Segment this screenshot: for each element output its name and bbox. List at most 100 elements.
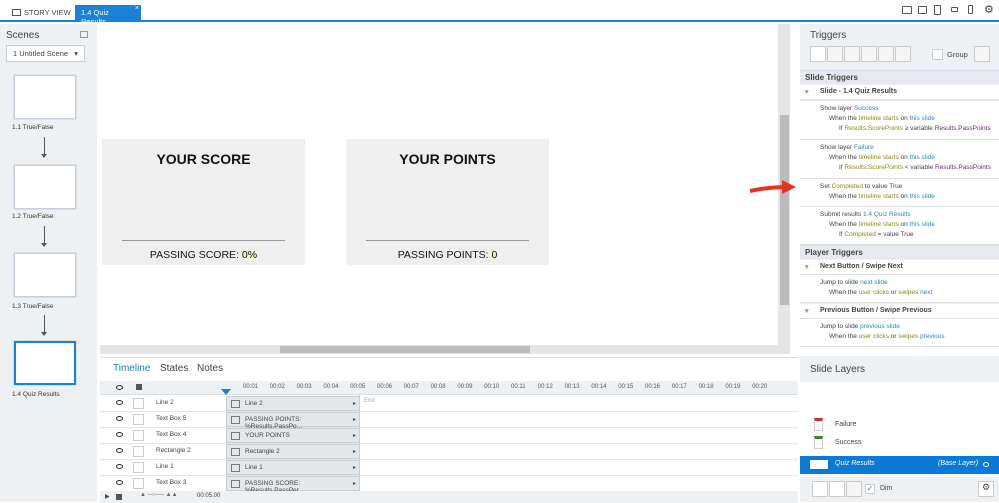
- points-box[interactable]: YOUR POINTS PASSING POINTS: 0: [346, 139, 549, 265]
- timeline-bar[interactable]: Rectangle 2: [226, 444, 360, 459]
- timeline-bar[interactable]: Line 2: [226, 396, 360, 411]
- trigger-text: next slide: [860, 279, 888, 286]
- play-icon[interactable]: ▶: [105, 493, 110, 500]
- player-triggers-header[interactable]: Player Triggers: [800, 245, 999, 259]
- close-tab-icon[interactable]: ×: [135, 5, 139, 12]
- lock-checkbox[interactable]: [133, 462, 144, 473]
- trigger-text: Submit results: [820, 211, 863, 218]
- slide-trigger-group[interactable]: Slide - 1.4 Quiz Results: [800, 85, 999, 100]
- timeline-row[interactable]: Rectangle 2 Rectangle 2: [100, 443, 798, 460]
- trigger-jump-next[interactable]: Jump to slide next slide When the user c…: [800, 275, 999, 303]
- scene-dropdown[interactable]: 1 Untitled Scene ▾: [6, 45, 85, 62]
- edit-trigger-button[interactable]: [827, 46, 843, 62]
- timeline-row[interactable]: Text Box 5 PASSING POINTS: %Results.PassP…: [100, 411, 798, 430]
- timeline-tick: 00:06: [377, 384, 393, 390]
- lock-checkbox[interactable]: [133, 446, 144, 457]
- previous-trigger-group[interactable]: Previous Button / Swipe Previous: [800, 304, 999, 319]
- layer-success[interactable]: Success: [800, 436, 999, 454]
- trigger-show-success[interactable]: Show layer Success When the timeline sta…: [800, 101, 999, 140]
- phone-portrait-icon[interactable]: [968, 5, 973, 14]
- delete-trigger-button[interactable]: [878, 46, 894, 62]
- trigger-text: Results.PassPoints: [934, 164, 991, 171]
- layer-base[interactable]: Quiz Results (Base Layer): [800, 456, 999, 474]
- eye-icon[interactable]: [116, 448, 123, 453]
- slide-thumbnail[interactable]: [14, 75, 76, 119]
- timeline-header: 00:01 00:02 00:03 00:04 00:05 00:06 00:07 00:08…: [100, 381, 798, 395]
- copy-trigger-button[interactable]: [844, 46, 860, 62]
- trigger-text: timeline starts: [858, 221, 899, 228]
- gear-icon[interactable]: ⚙: [984, 3, 994, 16]
- object-name: Text Box 5: [156, 415, 187, 422]
- dim-checkbox[interactable]: ✓: [865, 484, 875, 494]
- tab-notes[interactable]: Notes: [197, 363, 223, 374]
- next-trigger-group[interactable]: Next Button / Swipe Next: [800, 260, 999, 275]
- trigger-text: Jump to slide: [820, 323, 861, 330]
- trigger-jump-previous[interactable]: Jump to slide previous slide When the us…: [800, 319, 999, 347]
- layer-thumbnail: [810, 460, 828, 469]
- eye-icon[interactable]: [116, 464, 123, 469]
- timeline-row[interactable]: Line 1 Line 1: [100, 459, 798, 476]
- trigger-text: Success: [853, 105, 879, 112]
- lock-checkbox[interactable]: [133, 430, 144, 441]
- lock-checkbox[interactable]: [133, 414, 144, 425]
- trigger-text: Results.PassPoints: [934, 125, 991, 132]
- group-label: Group: [947, 50, 968, 59]
- trigger-text: Failure: [853, 144, 874, 151]
- eye-icon[interactable]: [983, 462, 989, 467]
- slide-thumbnail-selected[interactable]: [14, 341, 76, 385]
- score-box[interactable]: YOUR SCORE PASSING SCORE: 0%: [102, 139, 305, 265]
- lock-icon[interactable]: [136, 384, 142, 390]
- slide-triggers-header[interactable]: Slide Triggers: [800, 70, 999, 84]
- delete-layer-button[interactable]: [846, 481, 862, 497]
- tab-states[interactable]: States: [160, 363, 188, 374]
- horizontal-scroll-thumb[interactable]: [280, 346, 530, 353]
- variables-button[interactable]: [974, 46, 990, 62]
- timeline-bar[interactable]: YOUR POINTS: [226, 428, 360, 443]
- tablet-portrait-icon[interactable]: [934, 5, 941, 15]
- timeline-bar[interactable]: PASSING SCORE: %Results.PassPer...: [226, 476, 360, 494]
- timeline-row[interactable]: Text Box 4 YOUR POINTS: [100, 427, 798, 444]
- tablet-landscape-icon[interactable]: [918, 6, 927, 14]
- object-name: Rectangle 2: [156, 447, 191, 454]
- timeline-row[interactable]: Line 2 Line 2: [100, 395, 798, 412]
- trigger-show-failure[interactable]: Show layer Failure When the timeline sta…: [800, 140, 999, 179]
- eye-icon[interactable]: [116, 480, 123, 485]
- new-trigger-button[interactable]: [810, 46, 826, 62]
- timeline-time: 00:05.00: [197, 493, 221, 499]
- slide-thumbnail[interactable]: [14, 253, 76, 297]
- trigger-text: 1.4 Quiz Results: [863, 211, 911, 218]
- tab-quiz-results[interactable]: 1.4 Quiz Results ×: [75, 5, 141, 26]
- phone-landscape-icon[interactable]: [951, 7, 958, 12]
- group-checkbox[interactable]: [932, 49, 943, 60]
- timeline-bar[interactable]: PASSING POINTS: %Results.PassPo...: [226, 412, 360, 430]
- slide-thumbnail[interactable]: [14, 165, 76, 209]
- duplicate-layer-button[interactable]: [829, 481, 845, 497]
- trigger-text: timeline starts: [858, 193, 899, 200]
- lock-checkbox[interactable]: [133, 478, 144, 489]
- new-layer-button[interactable]: [812, 481, 828, 497]
- move-trigger-button[interactable]: [895, 46, 911, 62]
- eye-icon[interactable]: [116, 385, 123, 390]
- paste-trigger-button[interactable]: [861, 46, 877, 62]
- desktop-preview-icon[interactable]: [902, 6, 912, 14]
- timeline-bar[interactable]: Line 1: [226, 460, 360, 475]
- eye-icon[interactable]: [116, 416, 123, 421]
- trigger-text: Completed: [844, 231, 876, 238]
- eye-icon[interactable]: [116, 432, 123, 437]
- trigger-text: When the: [829, 221, 859, 228]
- trigger-text: Results.ScorePoints: [844, 164, 903, 171]
- lock-checkbox[interactable]: [133, 398, 144, 409]
- trigger-text: Results.ScorePoints: [844, 125, 903, 132]
- tab-timeline[interactable]: Timeline: [113, 363, 150, 374]
- stop-icon[interactable]: [116, 494, 122, 500]
- trigger-set-completed[interactable]: Set Completed to value True When the tim…: [800, 179, 999, 207]
- tab-story-view[interactable]: STORY VIEW: [6, 5, 77, 22]
- vertical-scroll-thumb[interactable]: [780, 115, 789, 305]
- float-panel-icon[interactable]: [80, 31, 88, 38]
- trigger-submit-results[interactable]: Submit results 1.4 Quiz Results When the…: [800, 207, 999, 245]
- eye-icon[interactable]: [116, 400, 123, 405]
- layer-failure[interactable]: Failure: [800, 418, 999, 436]
- layer-settings-gear-icon[interactable]: ⚙: [978, 481, 994, 497]
- timeline-row[interactable]: Text Box 3 PASSING SCORE: %Results.PassPe…: [100, 475, 798, 494]
- zoom-slider[interactable]: ▲ ─○── ▲▲: [140, 492, 178, 498]
